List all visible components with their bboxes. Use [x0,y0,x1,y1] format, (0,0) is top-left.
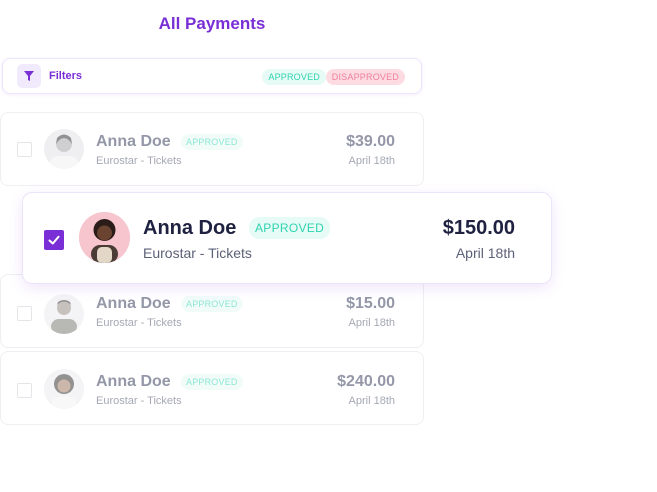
status-badge: APPROVED [249,217,331,239]
payment-description: Eurostar - Tickets [96,317,182,329]
status-badge: APPROVED [181,296,243,312]
filters-label[interactable]: Filters [49,70,82,82]
avatar [44,129,84,169]
row-checkbox-checked[interactable] [44,230,64,250]
payment-amount: $15.00 [346,295,395,312]
payment-description: Eurostar - Tickets [96,395,182,407]
page-title: All Payments [158,14,266,33]
payment-description: Eurostar - Tickets [96,155,182,167]
payment-description: Eurostar - Tickets [143,245,252,261]
avatar [44,369,84,409]
payment-amount: $150.00 [442,217,515,239]
avatar [79,212,130,263]
payment-amount: $240.00 [337,373,395,390]
payment-row-selected[interactable]: Anna Doe APPROVED Eurostar - Tickets $15… [22,192,552,284]
filter-icon[interactable] [17,64,41,88]
avatar [44,294,84,334]
payer-name: Anna Doe [96,133,171,150]
disapproved-filter-pill[interactable]: DISAPPROVED [325,69,405,85]
check-icon [48,235,60,245]
payment-row[interactable]: Anna Doe APPROVED Eurostar - Tickets $39… [0,112,424,186]
approved-filter-pill[interactable]: APPROVED [262,69,326,85]
status-badge: APPROVED [181,374,243,390]
payment-row[interactable]: Anna Doe APPROVED Eurostar - Tickets $24… [0,351,424,425]
row-checkbox[interactable] [17,142,32,157]
payer-name: Anna Doe [143,217,237,239]
row-checkbox[interactable] [17,306,32,321]
payment-amount: $39.00 [346,133,395,150]
filters-bar: Filters APPROVED DISAPPROVED [2,58,422,94]
payer-name: Anna Doe [96,295,171,312]
payment-date: April 18th [455,245,515,261]
payment-row[interactable]: Anna Doe APPROVED Eurostar - Tickets $15… [0,274,424,348]
status-badge: APPROVED [181,134,243,150]
payer-name: Anna Doe [96,373,171,390]
payment-date: April 18th [348,395,395,407]
payment-date: April 18th [348,317,395,329]
payment-date: April 18th [348,155,395,167]
row-checkbox[interactable] [17,383,32,398]
